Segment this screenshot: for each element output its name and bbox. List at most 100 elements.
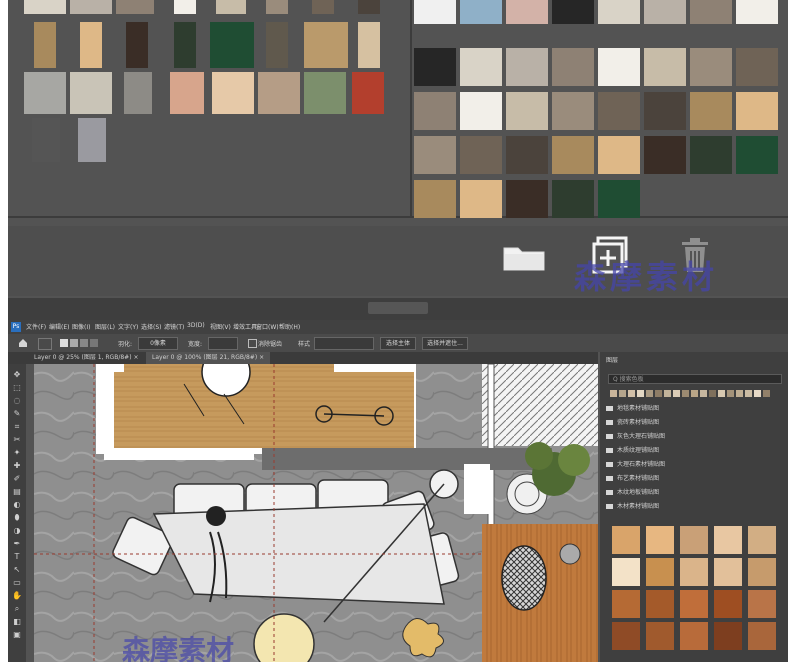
material-swatch[interactable] [414, 92, 456, 130]
wood-swatch[interactable] [646, 622, 674, 650]
color-swatch[interactable] [709, 390, 716, 397]
swatch-group-row[interactable]: 木纹地板铺贴图 [606, 488, 776, 498]
wood-swatch[interactable] [748, 558, 776, 586]
material-swatch[interactable] [414, 0, 456, 24]
material-swatch[interactable] [70, 72, 112, 114]
material-swatch[interactable] [690, 48, 732, 86]
material-swatch[interactable] [352, 72, 384, 114]
material-swatch[interactable] [460, 180, 502, 218]
swatch-group-row[interactable]: 地毯素材铺贴图 [606, 404, 776, 414]
panel-resize-handle[interactable] [8, 298, 788, 320]
material-swatch[interactable] [126, 22, 148, 68]
selection-mode-intersect[interactable] [90, 339, 98, 347]
color-swatch[interactable] [664, 390, 671, 397]
material-swatch[interactable] [598, 48, 640, 86]
antialias-checkbox[interactable] [248, 339, 257, 348]
material-swatch[interactable] [506, 48, 548, 86]
wood-swatch[interactable] [612, 590, 640, 618]
color-swatch[interactable] [646, 390, 653, 397]
material-swatch[interactable] [358, 22, 380, 68]
color-swatch[interactable] [619, 390, 626, 397]
menu-item-11[interactable]: 帮助(H) [279, 322, 300, 331]
material-swatch[interactable] [552, 48, 594, 86]
material-swatch[interactable] [304, 72, 346, 114]
material-swatch[interactable] [304, 22, 348, 68]
tab-document-2[interactable]: Layer 0 @ 100% (图层 21, RGB/8#) × [146, 352, 271, 364]
wood-swatch[interactable] [646, 526, 674, 554]
tool-button[interactable]: ▣ [12, 630, 22, 640]
material-swatch[interactable] [78, 118, 106, 162]
material-swatch[interactable] [506, 180, 548, 218]
material-swatch[interactable] [312, 0, 334, 14]
material-swatch[interactable] [506, 136, 548, 174]
tool-button[interactable]: ⌗ [12, 422, 22, 432]
material-swatch[interactable] [690, 92, 732, 130]
material-swatch[interactable] [210, 22, 254, 68]
menu-item-6[interactable]: 滤镜(T) [164, 322, 184, 331]
tool-button[interactable]: ◑ [12, 526, 22, 536]
material-swatch[interactable] [736, 48, 778, 86]
tool-button[interactable]: ◌ [12, 396, 22, 406]
material-swatch[interactable] [174, 22, 196, 68]
home-icon[interactable] [18, 338, 28, 348]
material-swatch[interactable] [736, 92, 778, 130]
color-swatch[interactable] [673, 390, 680, 397]
wood-swatch[interactable] [646, 590, 674, 618]
wood-swatch[interactable] [714, 590, 742, 618]
style-select[interactable] [314, 337, 374, 350]
color-swatch[interactable] [763, 390, 770, 397]
tool-button[interactable]: ✐ [12, 474, 22, 484]
material-swatch[interactable] [116, 0, 154, 14]
swatch-group-row[interactable]: 大理石素材铺贴图 [606, 460, 776, 470]
select-subject-button[interactable]: 选择主体 [380, 337, 416, 350]
material-swatch[interactable] [258, 72, 300, 114]
color-swatch[interactable] [700, 390, 707, 397]
color-swatch[interactable] [655, 390, 662, 397]
color-swatch[interactable] [691, 390, 698, 397]
menu-item-4[interactable]: 文字(Y) [118, 322, 138, 331]
swatch-group-row[interactable]: 木材素材铺贴图 [606, 502, 776, 512]
swatch-group-row[interactable]: 灰色大理石铺贴图 [606, 432, 776, 442]
wood-swatch[interactable] [680, 526, 708, 554]
tool-button[interactable]: ⬚ [12, 383, 22, 393]
tool-button[interactable]: ⌕ [12, 604, 22, 614]
tool-button[interactable]: ✚ [12, 461, 22, 471]
color-swatch[interactable] [745, 390, 752, 397]
material-swatch[interactable] [414, 180, 456, 218]
material-swatch[interactable] [216, 0, 246, 14]
color-swatch[interactable] [682, 390, 689, 397]
swatch-search-input[interactable]: Q 搜索色板 [608, 374, 782, 384]
grip-handle[interactable] [368, 302, 428, 314]
material-swatch[interactable] [414, 136, 456, 174]
tool-button[interactable]: ✥ [12, 370, 22, 380]
menu-item-5[interactable]: 选择(S) [141, 322, 162, 331]
material-swatch[interactable] [644, 0, 686, 24]
tool-button[interactable]: ✂ [12, 435, 22, 445]
tool-button[interactable]: ✦ [12, 448, 22, 458]
feather-input[interactable]: 0像素 [138, 337, 178, 350]
wood-swatch[interactable] [612, 558, 640, 586]
menu-item-1[interactable]: 编辑(E) [49, 322, 69, 331]
material-swatch[interactable] [598, 92, 640, 130]
tool-button[interactable]: ◧ [12, 617, 22, 627]
select-and-mask-button[interactable]: 选择并遮住... [422, 337, 468, 350]
material-swatch[interactable] [552, 0, 594, 24]
material-swatch[interactable] [266, 22, 288, 68]
tab-document-1[interactable]: Layer 0 @ 25% (图层 1, RGB/8#) × [28, 352, 145, 364]
wood-swatch[interactable] [612, 526, 640, 554]
material-swatch[interactable] [80, 22, 102, 68]
wood-swatch[interactable] [680, 590, 708, 618]
material-swatch[interactable] [552, 92, 594, 130]
menu-item-3[interactable]: 图层(L) [95, 322, 115, 331]
material-swatch[interactable] [414, 48, 456, 86]
tool-button[interactable]: ⬮ [12, 513, 22, 523]
material-swatch[interactable] [170, 72, 204, 114]
material-swatch[interactable] [124, 72, 152, 114]
color-swatch[interactable] [628, 390, 635, 397]
material-swatch[interactable] [552, 136, 594, 174]
wood-swatch[interactable] [714, 558, 742, 586]
color-swatch[interactable] [727, 390, 734, 397]
menu-item-8[interactable]: 视图(V) [210, 322, 231, 331]
wood-swatch[interactable] [748, 526, 776, 554]
selection-mode-add[interactable] [70, 339, 78, 347]
